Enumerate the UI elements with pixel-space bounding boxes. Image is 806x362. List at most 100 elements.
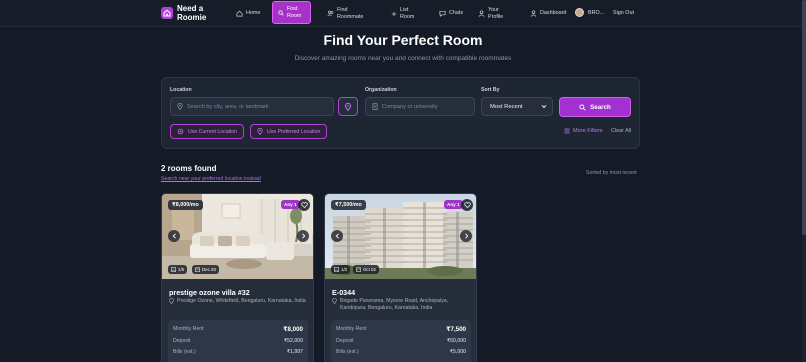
photo-count-chip: 1/5 [168, 265, 188, 274]
listing-address: Brigade Panorama, Mysore Road, Anchepaly… [332, 298, 472, 311]
monthly-rent-value: ₹8,000 [283, 326, 303, 333]
favorite-button[interactable] [298, 199, 310, 211]
listing-address-text: Prestige Ozone, Whitefield, Bengaluru, K… [177, 298, 306, 304]
gender-tag-count: 1 [456, 202, 460, 207]
gender-tag: Any 1 [281, 200, 300, 209]
nav-dashboard[interactable]: Dashboard [530, 4, 566, 23]
avatar[interactable] [575, 8, 584, 17]
page-title: Find Your Perfect Room [323, 32, 483, 48]
photo-count: 1/5 [178, 267, 185, 272]
search-icon [278, 9, 284, 16]
user-name[interactable]: BRO... [588, 4, 604, 23]
listing-card[interactable]: ₹8,000/mo Any 1 1/5 Dec 20 prestige ozon… [161, 193, 314, 362]
prev-photo-button[interactable] [331, 230, 343, 242]
search-button[interactable]: Search [559, 97, 631, 117]
next-photo-button[interactable] [460, 230, 472, 242]
bills-row: Bills (est.) ₹5,000 [336, 349, 466, 355]
crosshair-icon [177, 128, 184, 135]
listing-photo[interactable]: ₹8,000/mo Any 1 1/5 Dec 20 [162, 194, 313, 279]
map-pin-icon [345, 102, 351, 111]
deposit-value: ₹52,000 [283, 338, 303, 344]
chevron-right-icon [464, 233, 468, 239]
map-pin-icon [177, 103, 183, 110]
sort-select[interactable]: Most Recent [481, 97, 553, 116]
nav-home-label: Home [246, 10, 261, 17]
preferred-location-link[interactable]: Search near your preferred location inst… [161, 176, 261, 182]
nav-find-room[interactable]: Find Room [272, 1, 311, 24]
gender-tag: Any 1 [444, 200, 463, 209]
brand-name: Need a Roomie [177, 4, 207, 22]
nav-list-room[interactable]: List Room [391, 4, 416, 23]
search-button-label: Search [590, 103, 611, 111]
monthly-rent-value: ₹7,500 [446, 326, 466, 333]
bills-value: ₹5,000 [449, 349, 466, 355]
deposit-row: Deposit ₹50,000 [336, 338, 466, 344]
prev-photo-button[interactable] [168, 230, 180, 242]
filter-icon [564, 128, 570, 134]
listing-title[interactable]: prestige ozone villa #32 [169, 288, 250, 297]
chat-icon [439, 10, 446, 17]
brand-logo-icon [161, 7, 173, 19]
results-count: 2 rooms found [161, 164, 217, 173]
calendar-icon [356, 267, 361, 272]
nav-your-profile-label: Your Profile [488, 7, 504, 20]
use-preferred-location-button[interactable]: Use Preferred Location [250, 124, 328, 139]
clear-all-button[interactable]: Clear All [611, 128, 631, 134]
price-tag: ₹7,500/mo [331, 200, 366, 210]
home-icon [236, 10, 243, 17]
deposit-row: Deposit ₹52,000 [173, 338, 303, 344]
search-icon [579, 103, 586, 111]
monthly-rent-label: Monthly Rent [336, 326, 367, 332]
sort-status: Sorted by most recent [586, 170, 637, 176]
next-photo-button[interactable] [297, 230, 309, 242]
deposit-label: Deposit [173, 338, 191, 344]
price-tag: ₹8,000/mo [168, 200, 203, 210]
listing-address-text: Brigade Panorama, Mysore Road, Anchepaly… [340, 298, 449, 311]
page-scrollbar[interactable] [802, 0, 806, 362]
bills-label: Bills (est.) [173, 349, 196, 355]
listing-card[interactable]: ₹7,500/mo Any 1 1/2 Oct 02 E-0344 Brigad… [324, 193, 477, 362]
location-placeholder: Search by city, area, or landmark [187, 103, 269, 110]
nav-find-roommate[interactable]: Find Roommate [327, 4, 367, 23]
sort-value: Most Recent [490, 103, 523, 110]
monthly-rent-row: Monthly Rent ₹8,000 [173, 326, 303, 333]
bills-label: Bills (est.) [336, 349, 359, 355]
location-input[interactable]: Search by city, area, or landmark [170, 97, 334, 116]
deposit-value: ₹50,000 [446, 338, 466, 344]
listing-date: Oct 02 [363, 267, 376, 272]
listing-date: Dec 20 [202, 267, 216, 272]
detect-location-button[interactable] [338, 97, 358, 116]
organization-input[interactable]: Company or university [365, 97, 475, 116]
plus-icon [391, 11, 397, 16]
use-preferred-location-label: Use Preferred Location [267, 128, 321, 135]
listing-address: Prestige Ozone, Whitefield, Bengaluru, K… [169, 298, 309, 305]
location-label: Location [170, 87, 192, 93]
map-pin-icon [257, 128, 263, 135]
chevron-down-icon [541, 104, 547, 109]
monthly-rent-label: Monthly Rent [173, 326, 204, 332]
nav-list-room-label: List Room [400, 7, 415, 20]
bills-row: Bills (est.) ₹1,997 [173, 349, 303, 355]
building-icon [372, 103, 378, 110]
listing-photo[interactable]: ₹7,500/mo Any 1 1/2 Oct 02 [325, 194, 476, 279]
nav-home[interactable]: Home [236, 4, 260, 23]
photo-count-chip: 1/2 [331, 265, 351, 274]
favorite-button[interactable] [461, 199, 473, 211]
scrollbar-thumb[interactable] [802, 0, 806, 235]
listing-title[interactable]: E-0344 [332, 288, 355, 297]
brand[interactable]: Need a Roomie [161, 2, 211, 24]
nav-dashboard-label: Dashboard [540, 10, 567, 17]
nav-find-roommate-label: Find Roommate [337, 7, 364, 20]
nav-chats[interactable]: Chats [439, 4, 463, 23]
use-current-location-button[interactable]: Use Current Location [170, 124, 245, 139]
organization-placeholder: Company or university [382, 103, 438, 110]
map-pin-icon [169, 298, 174, 304]
nav-your-profile[interactable]: Your Profile [478, 4, 508, 23]
chevron-left-icon [172, 233, 176, 239]
gender-tag-label: Any [284, 202, 293, 207]
organization-label: Organization [365, 87, 397, 93]
page-subtitle: Discover amazing rooms near you and conn… [294, 55, 512, 62]
more-filters-button[interactable]: More Filters [564, 128, 603, 134]
photo-count: 1/2 [341, 267, 348, 272]
sign-out-button[interactable]: Sign Out [613, 4, 634, 23]
